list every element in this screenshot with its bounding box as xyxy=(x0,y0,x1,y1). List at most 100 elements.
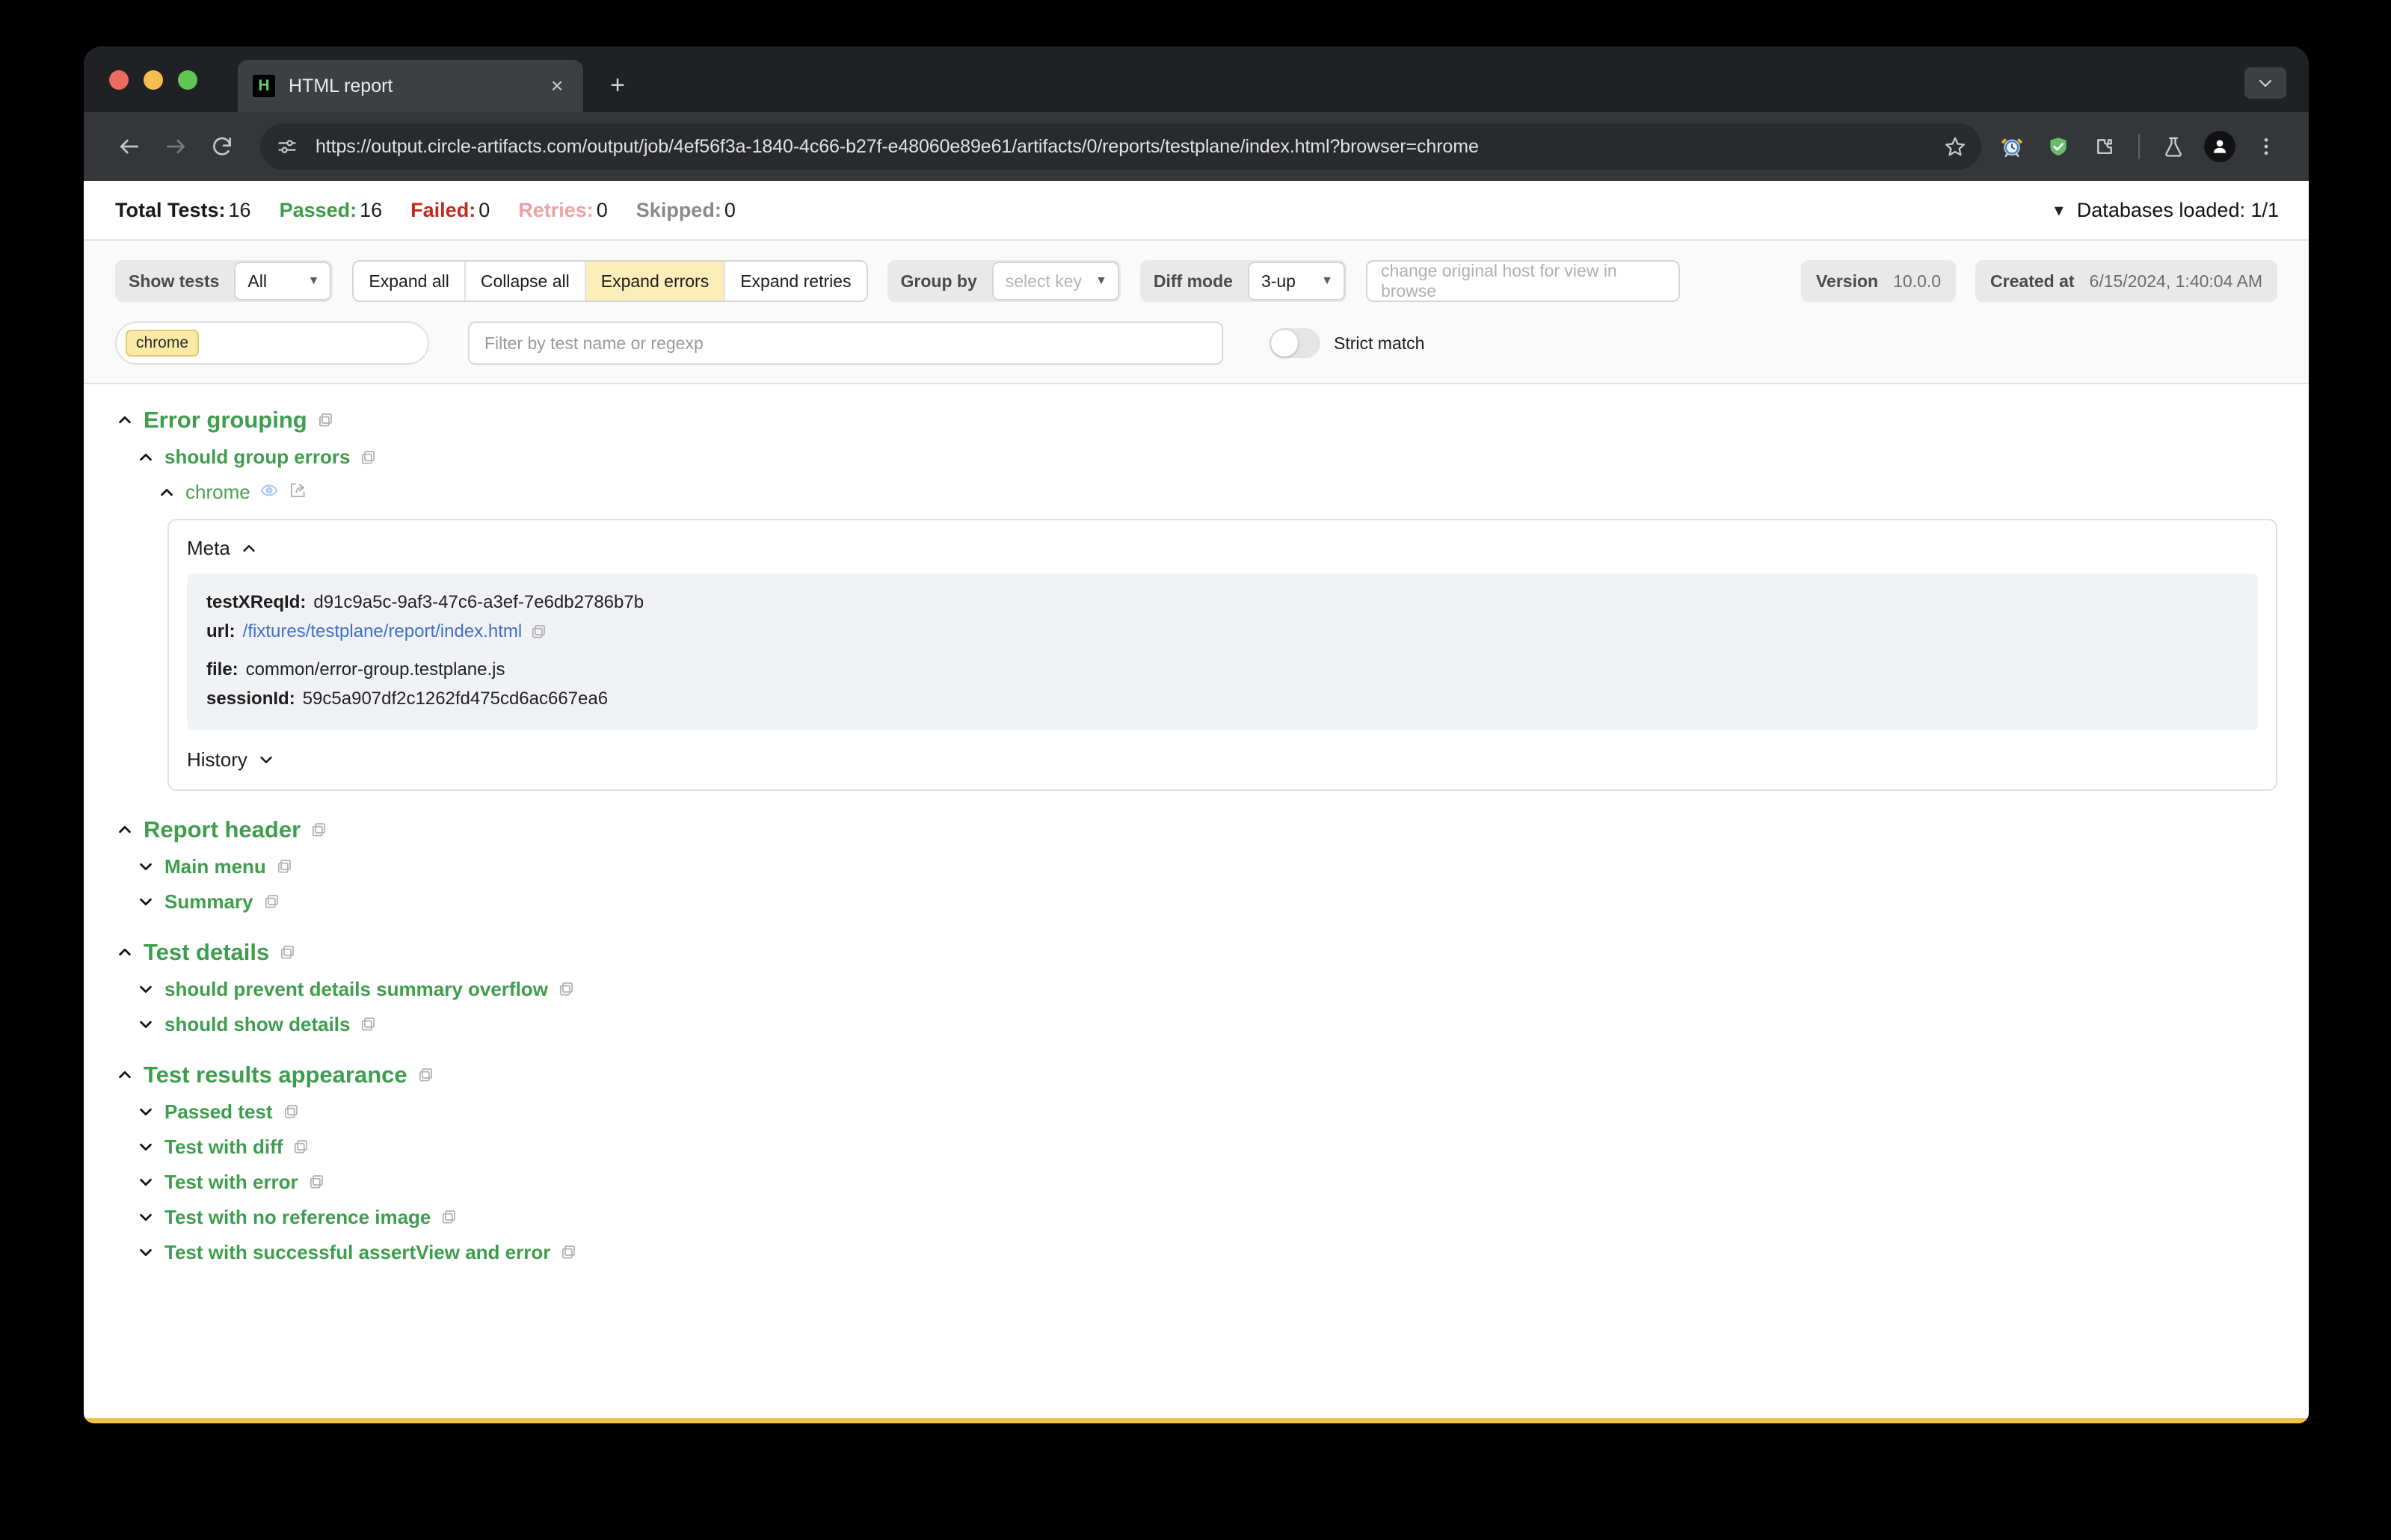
chevron-up-icon[interactable] xyxy=(115,943,135,962)
expand-retries-button[interactable]: Expand retries xyxy=(725,262,867,301)
chevron-up-icon[interactable] xyxy=(115,1065,135,1085)
show-tests-select[interactable]: All ▼ xyxy=(234,262,332,301)
adblock-extension-button[interactable] xyxy=(2038,126,2078,167)
chevron-down-icon[interactable] xyxy=(136,857,156,876)
eye-icon[interactable] xyxy=(259,481,279,504)
test-title: Summary xyxy=(164,890,253,913)
strict-match-control[interactable]: Strict match xyxy=(1270,328,1424,358)
original-host-input[interactable]: change original host for view in browse xyxy=(1365,260,1680,302)
group-by-select[interactable]: select key ▼ xyxy=(991,262,1119,301)
test-row-test-with-successful-assertview-and-error[interactable]: Test with successful assertView and erro… xyxy=(136,1241,2277,1264)
suite-row-report-header[interactable]: Report header xyxy=(115,816,2277,843)
copy-icon[interactable] xyxy=(292,1138,310,1156)
copy-icon[interactable] xyxy=(529,623,547,641)
test-row-should-show-details[interactable]: should show details xyxy=(136,1013,2277,1036)
extensions-button[interactable] xyxy=(2084,126,2125,167)
chevron-up-icon[interactable] xyxy=(239,539,259,558)
expand-all-button[interactable]: Expand all xyxy=(354,262,466,301)
bookmark-button[interactable] xyxy=(1935,126,1975,167)
chevron-down-icon: ▾ xyxy=(2054,200,2064,221)
copy-icon[interactable] xyxy=(440,1208,458,1226)
databases-loaded-toggle[interactable]: ▾ Databases loaded: 1/1 xyxy=(2055,199,2279,222)
alarm-extension-button[interactable] xyxy=(1992,126,2032,167)
history-toggle[interactable]: History xyxy=(187,748,2258,771)
copy-icon[interactable] xyxy=(278,943,296,961)
chevron-up-icon[interactable] xyxy=(136,448,156,467)
copy-icon[interactable] xyxy=(310,821,327,839)
labs-button[interactable] xyxy=(2153,126,2194,167)
expand-errors-button[interactable]: Expand errors xyxy=(585,262,726,301)
stat-failed: Failed: 0 xyxy=(410,199,490,222)
share-icon[interactable] xyxy=(288,481,307,504)
copy-icon[interactable] xyxy=(275,857,293,875)
minimize-window-button[interactable] xyxy=(144,70,163,90)
omnibox[interactable]: https://output.circle-artifacts.com/outp… xyxy=(260,123,1981,170)
browser-row-chrome[interactable]: chrome xyxy=(157,481,2277,504)
chevron-down-icon[interactable] xyxy=(136,1172,156,1192)
toolbar-area: Show tests All ▼ Expand all Collapse all… xyxy=(84,241,2309,384)
chevron-down-icon[interactable] xyxy=(136,1242,156,1262)
browser-select[interactable]: chrome xyxy=(115,321,429,365)
test-row-prevent-details-overflow[interactable]: should prevent details summary overflow xyxy=(136,978,2277,1001)
chevron-up-icon[interactable] xyxy=(157,483,176,502)
browser-menu-button[interactable] xyxy=(2246,126,2286,167)
copy-icon[interactable] xyxy=(559,1243,577,1261)
strict-match-toggle[interactable] xyxy=(1270,328,1320,358)
test-row-summary[interactable]: Summary xyxy=(136,890,2277,914)
forward-button[interactable] xyxy=(153,123,199,170)
chevron-down-icon[interactable] xyxy=(136,892,156,911)
chevron-down-icon[interactable] xyxy=(256,750,276,769)
diff-mode-select[interactable]: 3-up ▼ xyxy=(1247,262,1345,301)
copy-icon[interactable] xyxy=(416,1066,434,1084)
copy-icon[interactable] xyxy=(557,980,575,998)
copy-icon[interactable] xyxy=(359,449,377,466)
maximize-window-button[interactable] xyxy=(178,70,197,90)
bookmark-star-icon xyxy=(1945,137,1965,156)
test-row-should-group-errors[interactable]: should group errors xyxy=(136,446,2277,469)
close-window-button[interactable] xyxy=(109,70,129,90)
test-row-main-menu[interactable]: Main menu xyxy=(136,855,2277,878)
reload-button[interactable] xyxy=(199,123,245,170)
suite-row-test-results-appearance[interactable]: Test results appearance xyxy=(115,1062,2277,1088)
chevron-up-icon[interactable] xyxy=(115,820,135,840)
meta-toggle[interactable]: Meta xyxy=(187,537,2258,560)
collapse-all-button[interactable]: Collapse all xyxy=(465,262,586,301)
chevron-up-icon[interactable] xyxy=(115,410,135,430)
test-row-test-with-no-reference-image[interactable]: Test with no reference image xyxy=(136,1206,2277,1229)
copy-icon[interactable] xyxy=(307,1173,325,1191)
back-button[interactable] xyxy=(106,123,153,170)
chevron-down-icon[interactable] xyxy=(136,1014,156,1034)
reload-icon xyxy=(213,137,231,155)
suite-row-error-grouping[interactable]: Error grouping xyxy=(115,407,2277,434)
test-row-test-with-error[interactable]: Test with error xyxy=(136,1171,2277,1194)
suite-block-report-header: Report header Main menu Summary xyxy=(115,816,2277,914)
test-row-passed-test[interactable]: Passed test xyxy=(136,1100,2277,1124)
site-settings-button[interactable] xyxy=(268,127,307,166)
chevron-down-icon[interactable] xyxy=(136,1207,156,1227)
tab-search-button[interactable] xyxy=(2244,67,2286,99)
test-row-test-with-diff[interactable]: Test with diff xyxy=(136,1136,2277,1159)
new-tab-button[interactable]: + xyxy=(603,70,633,100)
tab-strip: H HTML report × + xyxy=(84,46,2309,112)
created-at-pill: Created at 6/15/2024, 1:40:04 AM xyxy=(1975,260,2277,302)
meta-key: sessionId: xyxy=(206,688,295,709)
chevron-down-icon[interactable] xyxy=(136,979,156,999)
meta-key: testXReqId: xyxy=(206,592,307,612)
chevron-down-icon[interactable] xyxy=(136,1102,156,1121)
close-tab-icon[interactable]: × xyxy=(544,73,570,99)
suite-row-test-details[interactable]: Test details xyxy=(115,939,2277,966)
browser-window: H HTML report × + https://output.circle-… xyxy=(84,46,2309,1423)
browser-tab[interactable]: H HTML report × xyxy=(238,60,583,112)
copy-icon[interactable] xyxy=(262,893,280,911)
meta-url-link[interactable]: /fixtures/testplane/report/index.html xyxy=(243,617,523,647)
stat-skipped-label: Skipped: xyxy=(636,198,721,221)
chevron-down-icon[interactable] xyxy=(136,1137,156,1156)
test-name-filter-input[interactable]: Filter by test name or regexp xyxy=(468,321,1223,365)
copy-icon[interactable] xyxy=(359,1015,377,1033)
copy-icon[interactable] xyxy=(316,411,334,429)
browser-chip-chrome[interactable]: chrome xyxy=(126,330,200,357)
copy-icon[interactable] xyxy=(282,1103,300,1121)
profile-button[interactable] xyxy=(2200,126,2240,167)
url-text[interactable]: https://output.circle-artifacts.com/outp… xyxy=(316,136,1935,158)
test-title: Test with error xyxy=(164,1170,298,1193)
